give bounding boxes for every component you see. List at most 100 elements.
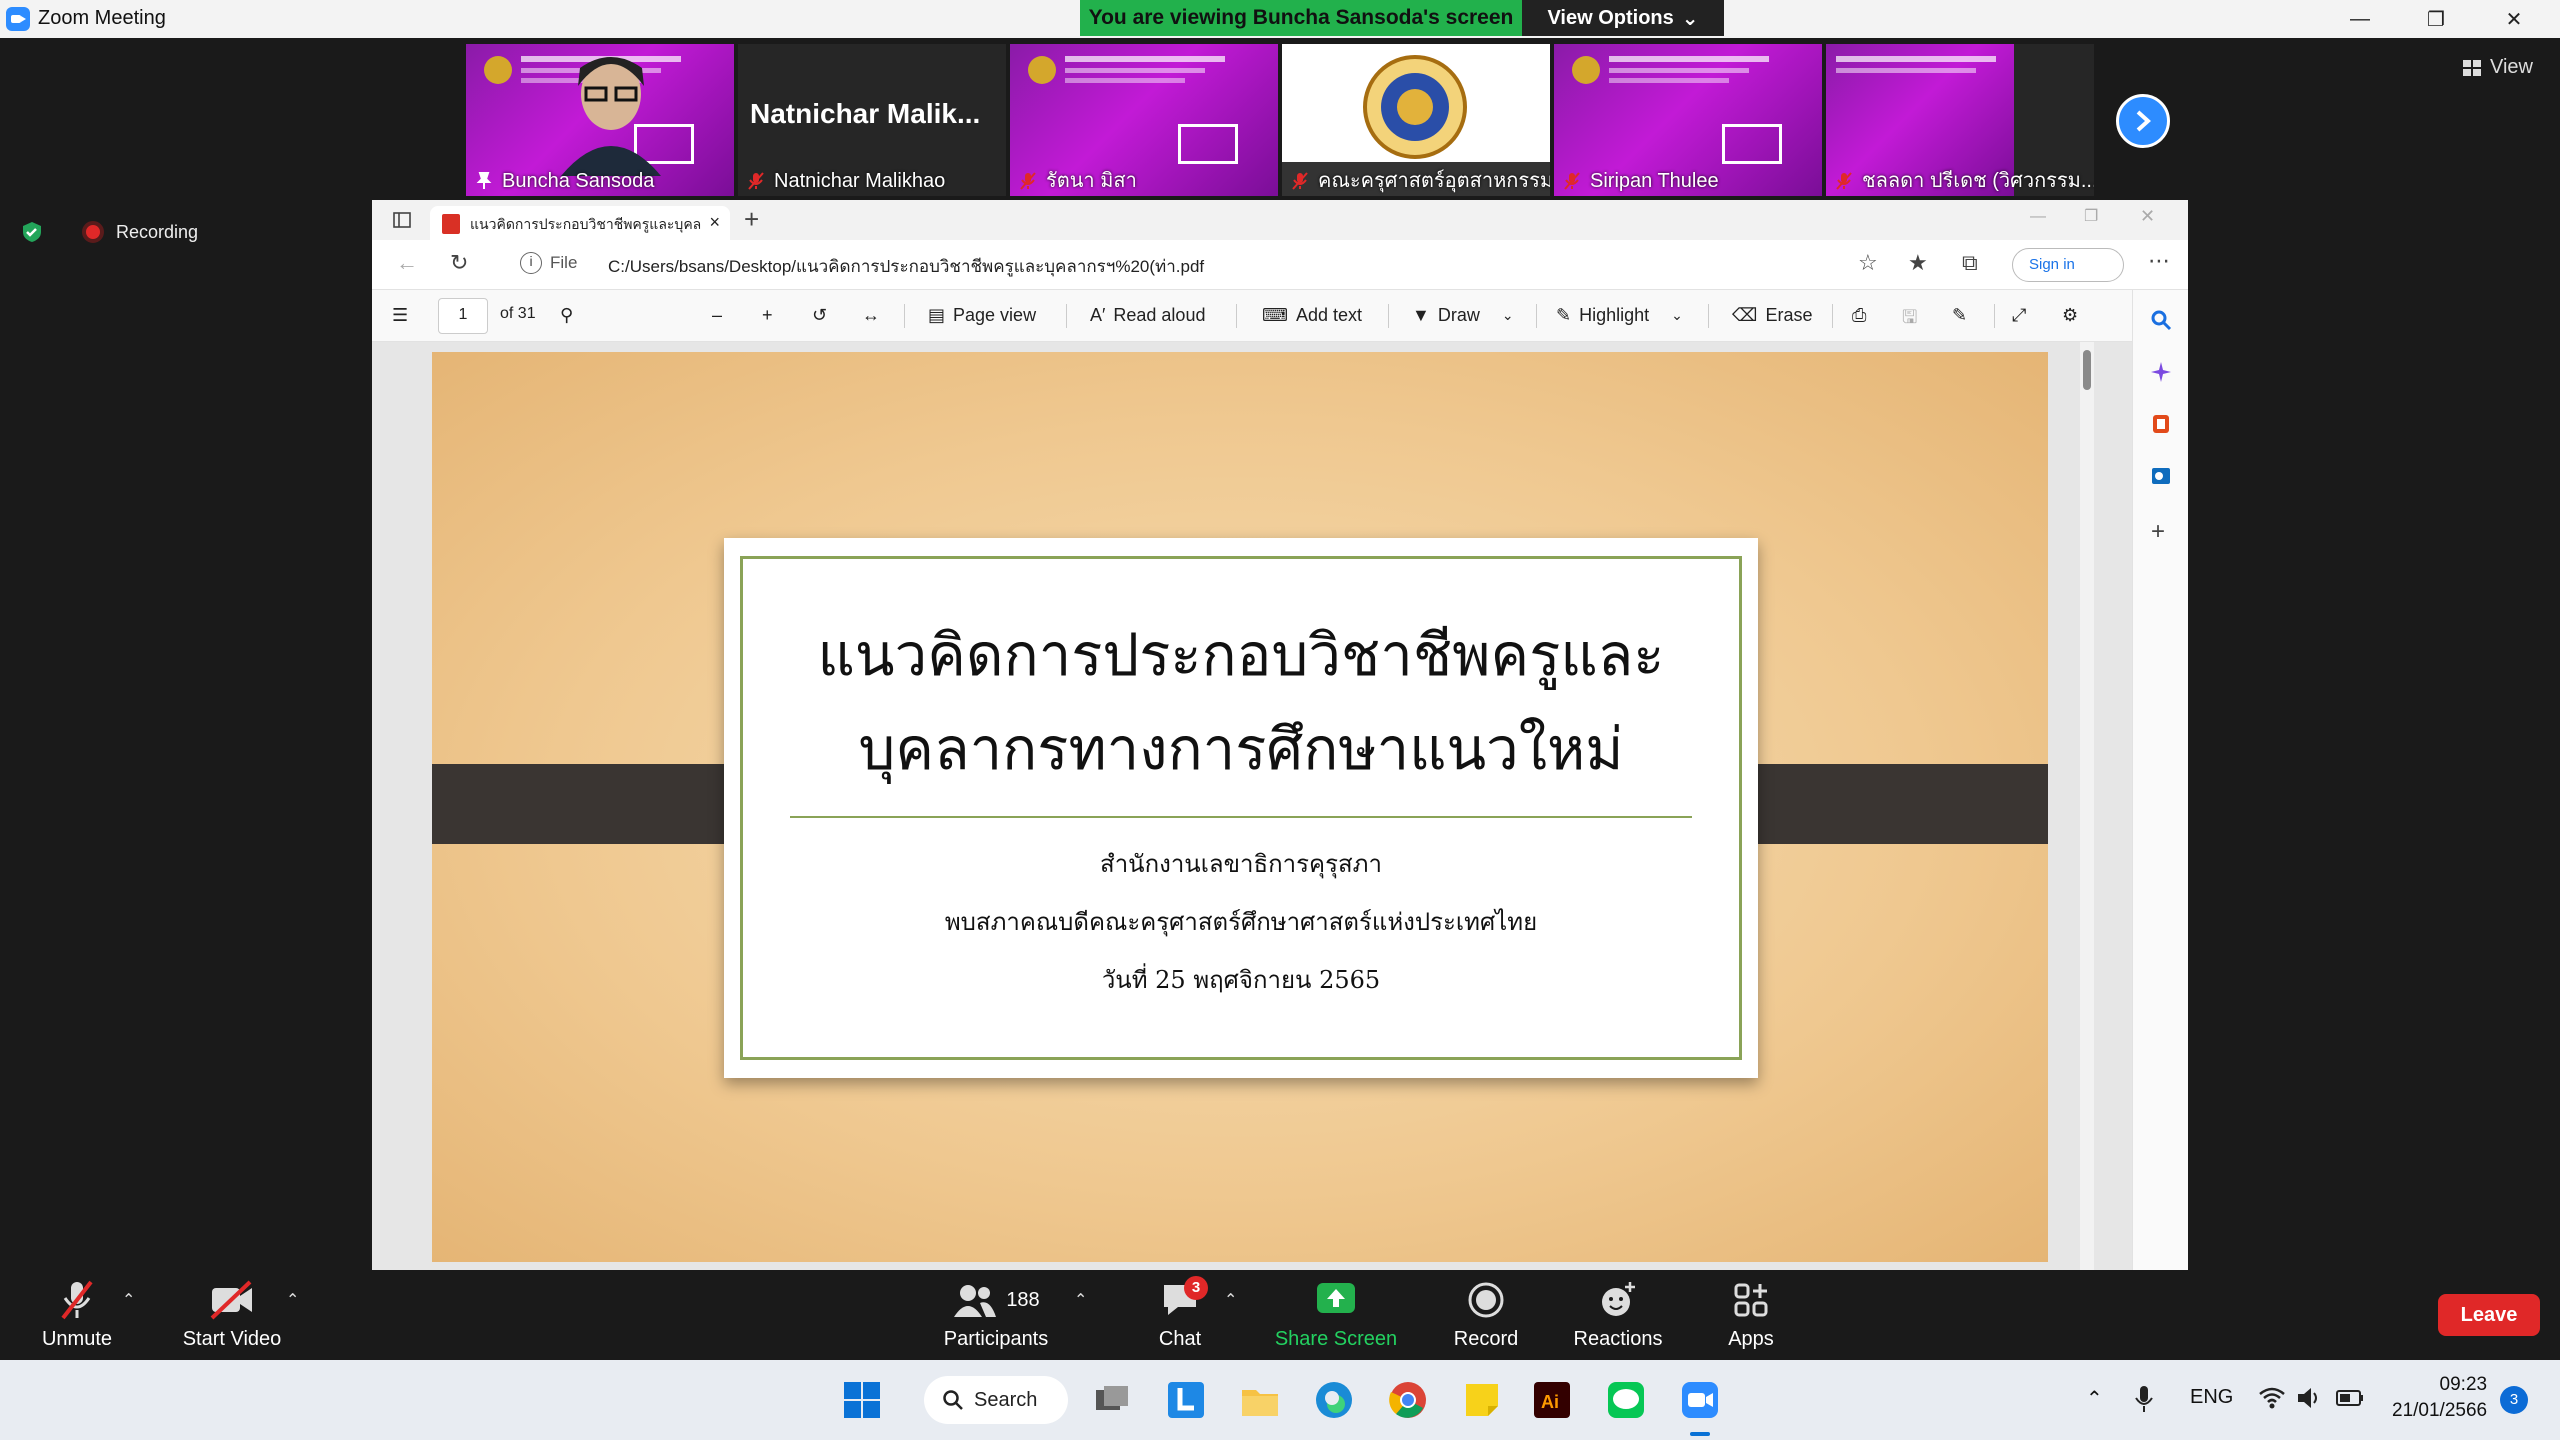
- add-text-icon: ⌨: [1262, 305, 1288, 325]
- pdf-viewer[interactable]: แนวคิดการประกอบวิชาชีพครูและ บุคลากรทางก…: [372, 342, 2132, 1272]
- start-video-button[interactable]: Start Video: [170, 1278, 294, 1351]
- more-icon[interactable]: ⋯: [2148, 248, 2170, 274]
- view-layout-button[interactable]: View: [2462, 56, 2533, 79]
- close-icon[interactable]: ✕: [2476, 0, 2552, 38]
- add-text-button[interactable]: ⌨ Add text: [1262, 305, 1362, 326]
- close-tab-icon[interactable]: ×: [709, 212, 720, 233]
- add-favorite-icon[interactable]: ☆: [1858, 250, 1878, 276]
- video-options-caret[interactable]: ⌃: [286, 1290, 299, 1310]
- notification-badge[interactable]: 3: [2500, 1386, 2528, 1414]
- scrollbar[interactable]: [2080, 342, 2094, 1272]
- windows-start-icon[interactable]: [840, 1378, 884, 1422]
- illustrator-icon[interactable]: Ai: [1530, 1378, 1574, 1422]
- restore-icon[interactable]: ❐: [2084, 206, 2098, 226]
- participants-caret[interactable]: ⌃: [1074, 1290, 1087, 1310]
- find-icon[interactable]: ⚲: [560, 305, 573, 326]
- share-screen-button[interactable]: Share Screen: [1268, 1278, 1404, 1351]
- scrollbar-thumb[interactable]: [2083, 350, 2091, 390]
- recording-indicator[interactable]: Recording: [20, 220, 198, 244]
- show-hidden-icons-icon[interactable]: ⌃: [2086, 1386, 2103, 1411]
- back-icon[interactable]: ←: [396, 250, 418, 276]
- participant-name: คณะครุศาสตร์อุตสาหกรรม...: [1318, 170, 1550, 192]
- reactions-button[interactable]: Reactions: [1566, 1278, 1670, 1351]
- participant-tile[interactable]: ชลลดา ปรีเดช (วิศวกรรม...: [1826, 44, 2094, 196]
- participant-name: รัตนา มิสา: [1046, 170, 1137, 192]
- battery-icon[interactable]: [2336, 1388, 2364, 1408]
- participants-button[interactable]: 188 Participants: [936, 1278, 1056, 1351]
- task-view-icon[interactable]: [1090, 1378, 1134, 1422]
- view-label: View: [2490, 56, 2533, 78]
- office-icon[interactable]: [2149, 412, 2173, 436]
- refresh-icon[interactable]: ↻: [450, 250, 468, 276]
- highlight-button[interactable]: ✎ Highlight ⌄: [1556, 305, 1683, 326]
- unmute-button[interactable]: Unmute: [30, 1278, 124, 1351]
- minimize-icon[interactable]: —: [2322, 0, 2398, 38]
- erase-button[interactable]: ⌫ Erase: [1732, 305, 1812, 326]
- participant-tile[interactable]: คณะครุศาสตร์อุตสาหกรรม...: [1282, 44, 1550, 196]
- chat-button[interactable]: Chat 3: [1140, 1276, 1220, 1351]
- participant-tile[interactable]: Buncha Sansoda: [466, 44, 734, 196]
- chat-caret[interactable]: ⌃: [1224, 1290, 1237, 1310]
- leave-button[interactable]: Leave: [2438, 1294, 2540, 1336]
- view-options-label: View Options: [1547, 6, 1674, 29]
- new-tab-icon[interactable]: +: [744, 204, 759, 235]
- fullscreen-icon[interactable]: ⤢: [2012, 305, 2026, 326]
- taskbar-clock[interactable]: 09:23 21/01/2566: [2392, 1372, 2487, 1424]
- microphone-icon[interactable]: [2134, 1384, 2154, 1414]
- draw-label: Draw: [1437, 305, 1480, 325]
- page-number-input[interactable]: 1: [438, 298, 488, 334]
- save-as-icon[interactable]: ✎: [1952, 305, 1967, 326]
- url-field[interactable]: C:/Users/bsans/Desktop/แนวคิดการประกอบวิ…: [608, 253, 1204, 280]
- zoom-in-icon[interactable]: +: [762, 305, 773, 326]
- chevron-down-icon[interactable]: ⌄: [1502, 307, 1514, 324]
- page-view-button[interactable]: ▤ Page view: [928, 305, 1036, 326]
- minimize-icon[interactable]: —: [2030, 208, 2046, 226]
- participant-tile[interactable]: Natnichar Malik... Natnichar Malikhao: [738, 44, 1006, 196]
- save-icon[interactable]: 🖫: [1902, 305, 1917, 335]
- favorites-icon[interactable]: ★: [1908, 250, 1928, 276]
- line-app-icon[interactable]: [1604, 1378, 1648, 1422]
- sticky-notes-icon[interactable]: [1460, 1378, 1504, 1422]
- info-icon[interactable]: i: [520, 252, 542, 274]
- next-page-button[interactable]: [2116, 94, 2170, 148]
- l-app-icon[interactable]: [1164, 1378, 1208, 1422]
- browser-tab-bar: แนวคิดการประกอบวิชาชีพครูและบุคล × + — ❐…: [372, 200, 2188, 240]
- edge-browser-icon[interactable]: [1312, 1378, 1356, 1422]
- settings-gear-icon[interactable]: ⚙: [2062, 305, 2078, 326]
- restore-icon[interactable]: ❐: [2398, 0, 2474, 38]
- tab-actions-icon[interactable]: [392, 210, 412, 230]
- search-icon[interactable]: [2149, 308, 2173, 332]
- chrome-icon[interactable]: [1386, 1378, 1430, 1422]
- language-indicator[interactable]: ENG: [2190, 1386, 2233, 1409]
- chevron-down-icon[interactable]: ⌄: [1671, 307, 1683, 324]
- browser-tab[interactable]: แนวคิดการประกอบวิชาชีพครูและบุคล ×: [430, 206, 730, 240]
- add-sidebar-icon[interactable]: +: [2151, 518, 2165, 546]
- audio-options-caret[interactable]: ⌃: [122, 1290, 135, 1310]
- sign-in-button[interactable]: Sign in: [2012, 248, 2124, 282]
- record-label: Record: [1453, 1328, 1519, 1350]
- volume-icon[interactable]: [2296, 1386, 2322, 1410]
- rotate-icon[interactable]: ↺: [812, 305, 827, 326]
- participant-tile[interactable]: Siripan Thulee: [1554, 44, 1822, 196]
- view-options-button[interactable]: View Options ⌄: [1522, 0, 1724, 36]
- close-icon[interactable]: ✕: [2140, 206, 2155, 227]
- recording-label: Recording: [116, 221, 199, 242]
- outlook-icon[interactable]: [2149, 464, 2173, 488]
- collections-icon[interactable]: ⧉: [1962, 250, 1978, 276]
- participants-count: 188: [1006, 1288, 1040, 1311]
- participant-tile[interactable]: รัตนา มิสา: [1010, 44, 1278, 196]
- taskbar-search[interactable]: Search: [924, 1376, 1068, 1424]
- file-explorer-icon[interactable]: [1238, 1378, 1282, 1422]
- grid-icon: [2463, 59, 2481, 76]
- contents-icon[interactable]: ☰: [392, 305, 408, 326]
- print-icon[interactable]: ⎙: [1852, 305, 1866, 326]
- copilot-icon[interactable]: [2149, 360, 2173, 384]
- fit-width-icon[interactable]: ↔: [862, 305, 880, 326]
- apps-button[interactable]: Apps: [1716, 1278, 1786, 1351]
- wifi-icon[interactable]: [2258, 1386, 2286, 1410]
- draw-button[interactable]: ▼ Draw ⌄: [1412, 305, 1514, 326]
- read-aloud-button[interactable]: A′ Read aloud: [1090, 305, 1205, 326]
- zoom-app-icon[interactable]: [1678, 1378, 1722, 1422]
- record-button[interactable]: Record: [1446, 1278, 1526, 1351]
- zoom-out-icon[interactable]: –: [712, 305, 722, 326]
